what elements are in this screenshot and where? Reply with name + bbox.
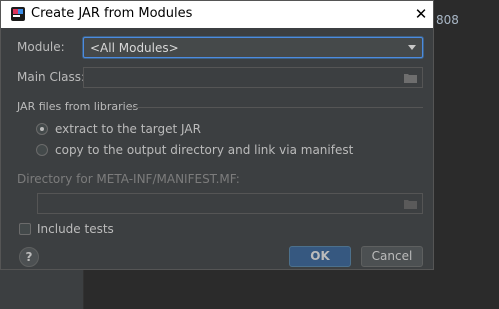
main-class-field[interactable]: [83, 67, 423, 88]
close-icon[interactable]: ✕: [411, 4, 431, 24]
copy-radio[interactable]: [36, 144, 48, 156]
cancel-button[interactable]: Cancel: [361, 246, 423, 267]
dialog-titlebar[interactable]: Create JAR from Modules ✕: [1, 1, 433, 28]
create-jar-dialog: Create JAR from Modules ✕ Module: <All M…: [0, 0, 434, 270]
intellij-app-icon: [11, 7, 25, 21]
dialog-title: Create JAR from Modules: [31, 6, 193, 21]
copy-radio-label[interactable]: copy to the output directory and link vi…: [55, 143, 353, 157]
folder-icon[interactable]: [404, 199, 417, 209]
manifest-dir-field[interactable]: [37, 193, 423, 214]
manifest-dir-label: Directory for META-INF/MANIFEST.MF:: [17, 172, 240, 186]
main-class-label: Main Class:: [17, 70, 86, 84]
module-label: Module:: [17, 40, 65, 54]
extract-radio-label[interactable]: extract to the target JAR: [55, 122, 201, 136]
ok-button[interactable]: OK: [289, 246, 351, 267]
chevron-down-icon: [408, 45, 416, 50]
folder-icon[interactable]: [404, 73, 417, 83]
ide-background-text: 808: [436, 13, 459, 27]
help-icon[interactable]: ?: [19, 247, 39, 267]
extract-radio[interactable]: [36, 123, 48, 135]
include-tests-checkbox[interactable]: [19, 223, 31, 235]
libraries-section-title: JAR files from libraries: [17, 100, 139, 113]
module-dropdown[interactable]: <All Modules>: [83, 37, 423, 58]
section-divider: [127, 107, 423, 108]
include-tests-label[interactable]: Include tests: [37, 222, 114, 236]
module-dropdown-value: <All Modules>: [90, 41, 179, 55]
